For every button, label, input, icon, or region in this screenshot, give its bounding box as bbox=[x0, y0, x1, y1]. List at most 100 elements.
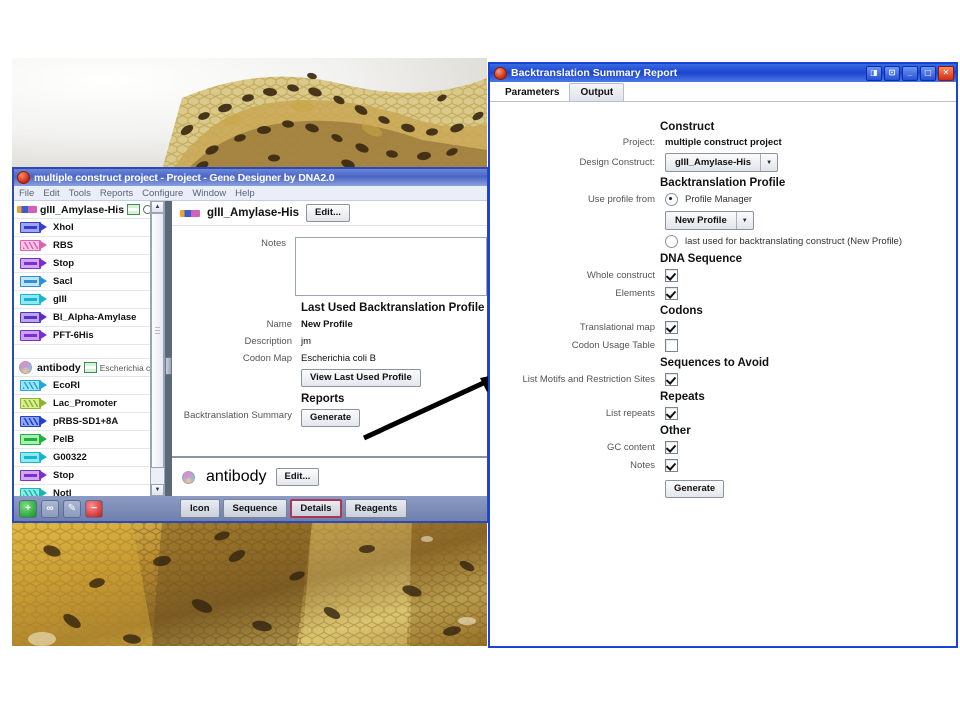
tab-icon[interactable]: Icon bbox=[180, 499, 220, 518]
tree-element-row[interactable]: PelB bbox=[14, 431, 164, 449]
profile-select[interactable]: New Profile ▼ bbox=[665, 211, 754, 230]
codon-usage-table-checkbox[interactable] bbox=[665, 339, 678, 352]
gc-content-checkbox[interactable] bbox=[665, 441, 678, 454]
tree-element-row[interactable]: Stop bbox=[14, 467, 164, 485]
gene-designer-titlebar[interactable]: multiple construct project - Project - G… bbox=[14, 169, 487, 186]
whole-construct-label: Whole construct bbox=[586, 270, 655, 281]
scroll-down-arrow-icon[interactable]: ▼ bbox=[151, 484, 164, 496]
dna2-app-icon bbox=[17, 171, 30, 184]
radio-profile-manager[interactable] bbox=[665, 193, 678, 206]
add-icon[interactable]: + bbox=[19, 499, 37, 518]
pane-splitter[interactable] bbox=[165, 201, 172, 496]
tree-group-header-construct[interactable]: gIII_Amylase-His bbox=[14, 201, 164, 219]
scrollbar-thumb[interactable] bbox=[151, 213, 164, 468]
tab-details[interactable]: Details bbox=[290, 499, 342, 518]
chevron-down-icon[interactable]: ▼ bbox=[760, 154, 777, 171]
menu-file[interactable]: File bbox=[19, 188, 34, 199]
notes-checkbox[interactable] bbox=[665, 459, 678, 472]
construct-tree-pane[interactable]: gIII_Amylase-His XhoI RBS Stop SacI gIII… bbox=[14, 201, 165, 496]
tree-element-row[interactable]: pRBS-SD1+8A bbox=[14, 413, 164, 431]
elements-checkbox[interactable] bbox=[665, 287, 678, 300]
tree-element-row[interactable]: Bl_Alpha-Amylase bbox=[14, 309, 164, 327]
generate-report-button[interactable]: Generate bbox=[301, 409, 361, 427]
menu-tools[interactable]: Tools bbox=[69, 188, 91, 199]
profile-value: New Profile bbox=[675, 215, 727, 226]
element-icon bbox=[20, 398, 47, 409]
grid-icon[interactable] bbox=[127, 204, 141, 215]
view-tab-row[interactable]: Icon Sequence Details Reagents bbox=[171, 496, 487, 521]
list-repeats-row: List repeats bbox=[490, 407, 956, 420]
notes-input[interactable] bbox=[295, 237, 487, 296]
menu-configure[interactable]: Configure bbox=[142, 188, 183, 199]
grid-icon[interactable] bbox=[83, 362, 97, 373]
tree-element-row[interactable]: Lac_Promoter bbox=[14, 395, 164, 413]
menu-help[interactable]: Help bbox=[235, 188, 255, 199]
list-repeats-checkbox[interactable] bbox=[665, 407, 678, 420]
edit-icon[interactable]: ✎ bbox=[63, 499, 81, 518]
tab-parameters[interactable]: Parameters bbox=[495, 84, 570, 101]
profile-description-row: Description jm bbox=[172, 335, 487, 348]
minimize-icon[interactable]: _ bbox=[902, 65, 918, 81]
maximize-pane-icon[interactable]: ⊡ bbox=[884, 65, 900, 81]
maximize-icon[interactable]: ▢ bbox=[920, 65, 936, 81]
dialog-titlebar[interactable]: Backtranslation Summary Report ◨ ⊡ _ ▢ ✕ bbox=[490, 64, 956, 82]
gene-designer-window[interactable]: multiple construct project - Project - G… bbox=[12, 167, 489, 523]
radio-last-used[interactable] bbox=[665, 235, 678, 248]
circular-plasmid-icon bbox=[180, 468, 197, 486]
dialog-generate-button[interactable]: Generate bbox=[665, 480, 725, 498]
tree-element-row[interactable]: PFT-6His bbox=[14, 327, 164, 345]
sequences-to-avoid-heading: Sequences to Avoid bbox=[660, 357, 770, 369]
tree-element-row[interactable]: G00322 bbox=[14, 449, 164, 467]
last-used-row: last used for backtranslating construct … bbox=[490, 235, 956, 248]
duplicate-icon[interactable]: ∞ bbox=[41, 499, 59, 518]
restore-split-icon[interactable]: ◨ bbox=[866, 65, 882, 81]
delete-icon[interactable]: − bbox=[85, 499, 103, 518]
dialog-tab-row[interactable]: Parameters Output bbox=[490, 82, 956, 102]
tree-vertical-scrollbar[interactable]: ▲ ▼ bbox=[150, 201, 164, 496]
scroll-up-arrow-icon[interactable]: ▲ bbox=[151, 201, 164, 213]
element-icon bbox=[20, 294, 47, 305]
tree-group-name: gIII_Amylase-His bbox=[40, 203, 125, 216]
tab-sequence[interactable]: Sequence bbox=[222, 499, 288, 518]
tree-group-header-antibody[interactable]: antibody Escherichia co bbox=[14, 359, 164, 377]
translational-map-checkbox[interactable] bbox=[665, 321, 678, 334]
window-controls[interactable]: ◨ ⊡ _ ▢ ✕ bbox=[866, 65, 954, 81]
chevron-down-icon[interactable]: ▼ bbox=[735, 212, 753, 229]
construct-detail-pane: gIII_Amylase-His Edit... Notes Last Used… bbox=[172, 201, 487, 496]
use-profile-label: Use profile from bbox=[587, 194, 655, 205]
list-motifs-checkbox[interactable] bbox=[665, 373, 678, 386]
close-icon[interactable]: ✕ bbox=[938, 65, 954, 81]
tree-element-row[interactable]: Stop bbox=[14, 255, 164, 273]
design-construct-select[interactable]: gIII_Amylase-His ▼ bbox=[665, 153, 779, 172]
edit-construct-button[interactable]: Edit... bbox=[306, 204, 350, 222]
tree-element-row[interactable]: XhoI bbox=[14, 219, 164, 237]
profile-name-label: Name bbox=[266, 319, 292, 330]
tree-element-row[interactable]: SacI bbox=[14, 273, 164, 291]
element-icon bbox=[20, 240, 47, 251]
edit-second-construct-button[interactable]: Edit... bbox=[275, 468, 320, 486]
view-last-used-profile-button[interactable]: View Last Used Profile bbox=[301, 369, 421, 387]
tree-element-label: Stop bbox=[53, 258, 75, 269]
menu-window[interactable]: Window bbox=[192, 188, 226, 199]
tab-output[interactable]: Output bbox=[569, 83, 625, 101]
list-motifs-label: List Motifs and Restriction Sites bbox=[522, 374, 655, 385]
whole-construct-checkbox[interactable] bbox=[665, 269, 678, 282]
repeats-heading: Repeats bbox=[660, 391, 705, 403]
element-icon bbox=[20, 434, 47, 445]
splitter-grip-icon[interactable] bbox=[165, 357, 172, 375]
tree-element-row[interactable]: NotI bbox=[14, 485, 164, 496]
element-icon bbox=[20, 416, 47, 427]
list-repeats-label: List repeats bbox=[605, 408, 655, 419]
menu-edit[interactable]: Edit bbox=[43, 188, 59, 199]
tree-element-row[interactable]: EcoRI bbox=[14, 377, 164, 395]
tree-toolbar[interactable]: + ∞ ✎ − bbox=[14, 496, 176, 521]
tree-element-row[interactable]: RBS bbox=[14, 237, 164, 255]
gene-designer-menubar[interactable]: File Edit Tools Reports Configure Window… bbox=[14, 186, 487, 201]
tree-element-label: Stop bbox=[53, 470, 75, 481]
backtranslation-summary-report-window[interactable]: Backtranslation Summary Report ◨ ⊡ _ ▢ ✕… bbox=[488, 62, 958, 648]
tree-element-row[interactable]: gIII bbox=[14, 291, 164, 309]
menu-reports[interactable]: Reports bbox=[100, 188, 133, 199]
dna-sequence-heading: DNA Sequence bbox=[660, 253, 743, 265]
design-construct-value: gIII_Amylase-His bbox=[675, 157, 752, 168]
tab-reagents[interactable]: Reagents bbox=[344, 499, 408, 518]
